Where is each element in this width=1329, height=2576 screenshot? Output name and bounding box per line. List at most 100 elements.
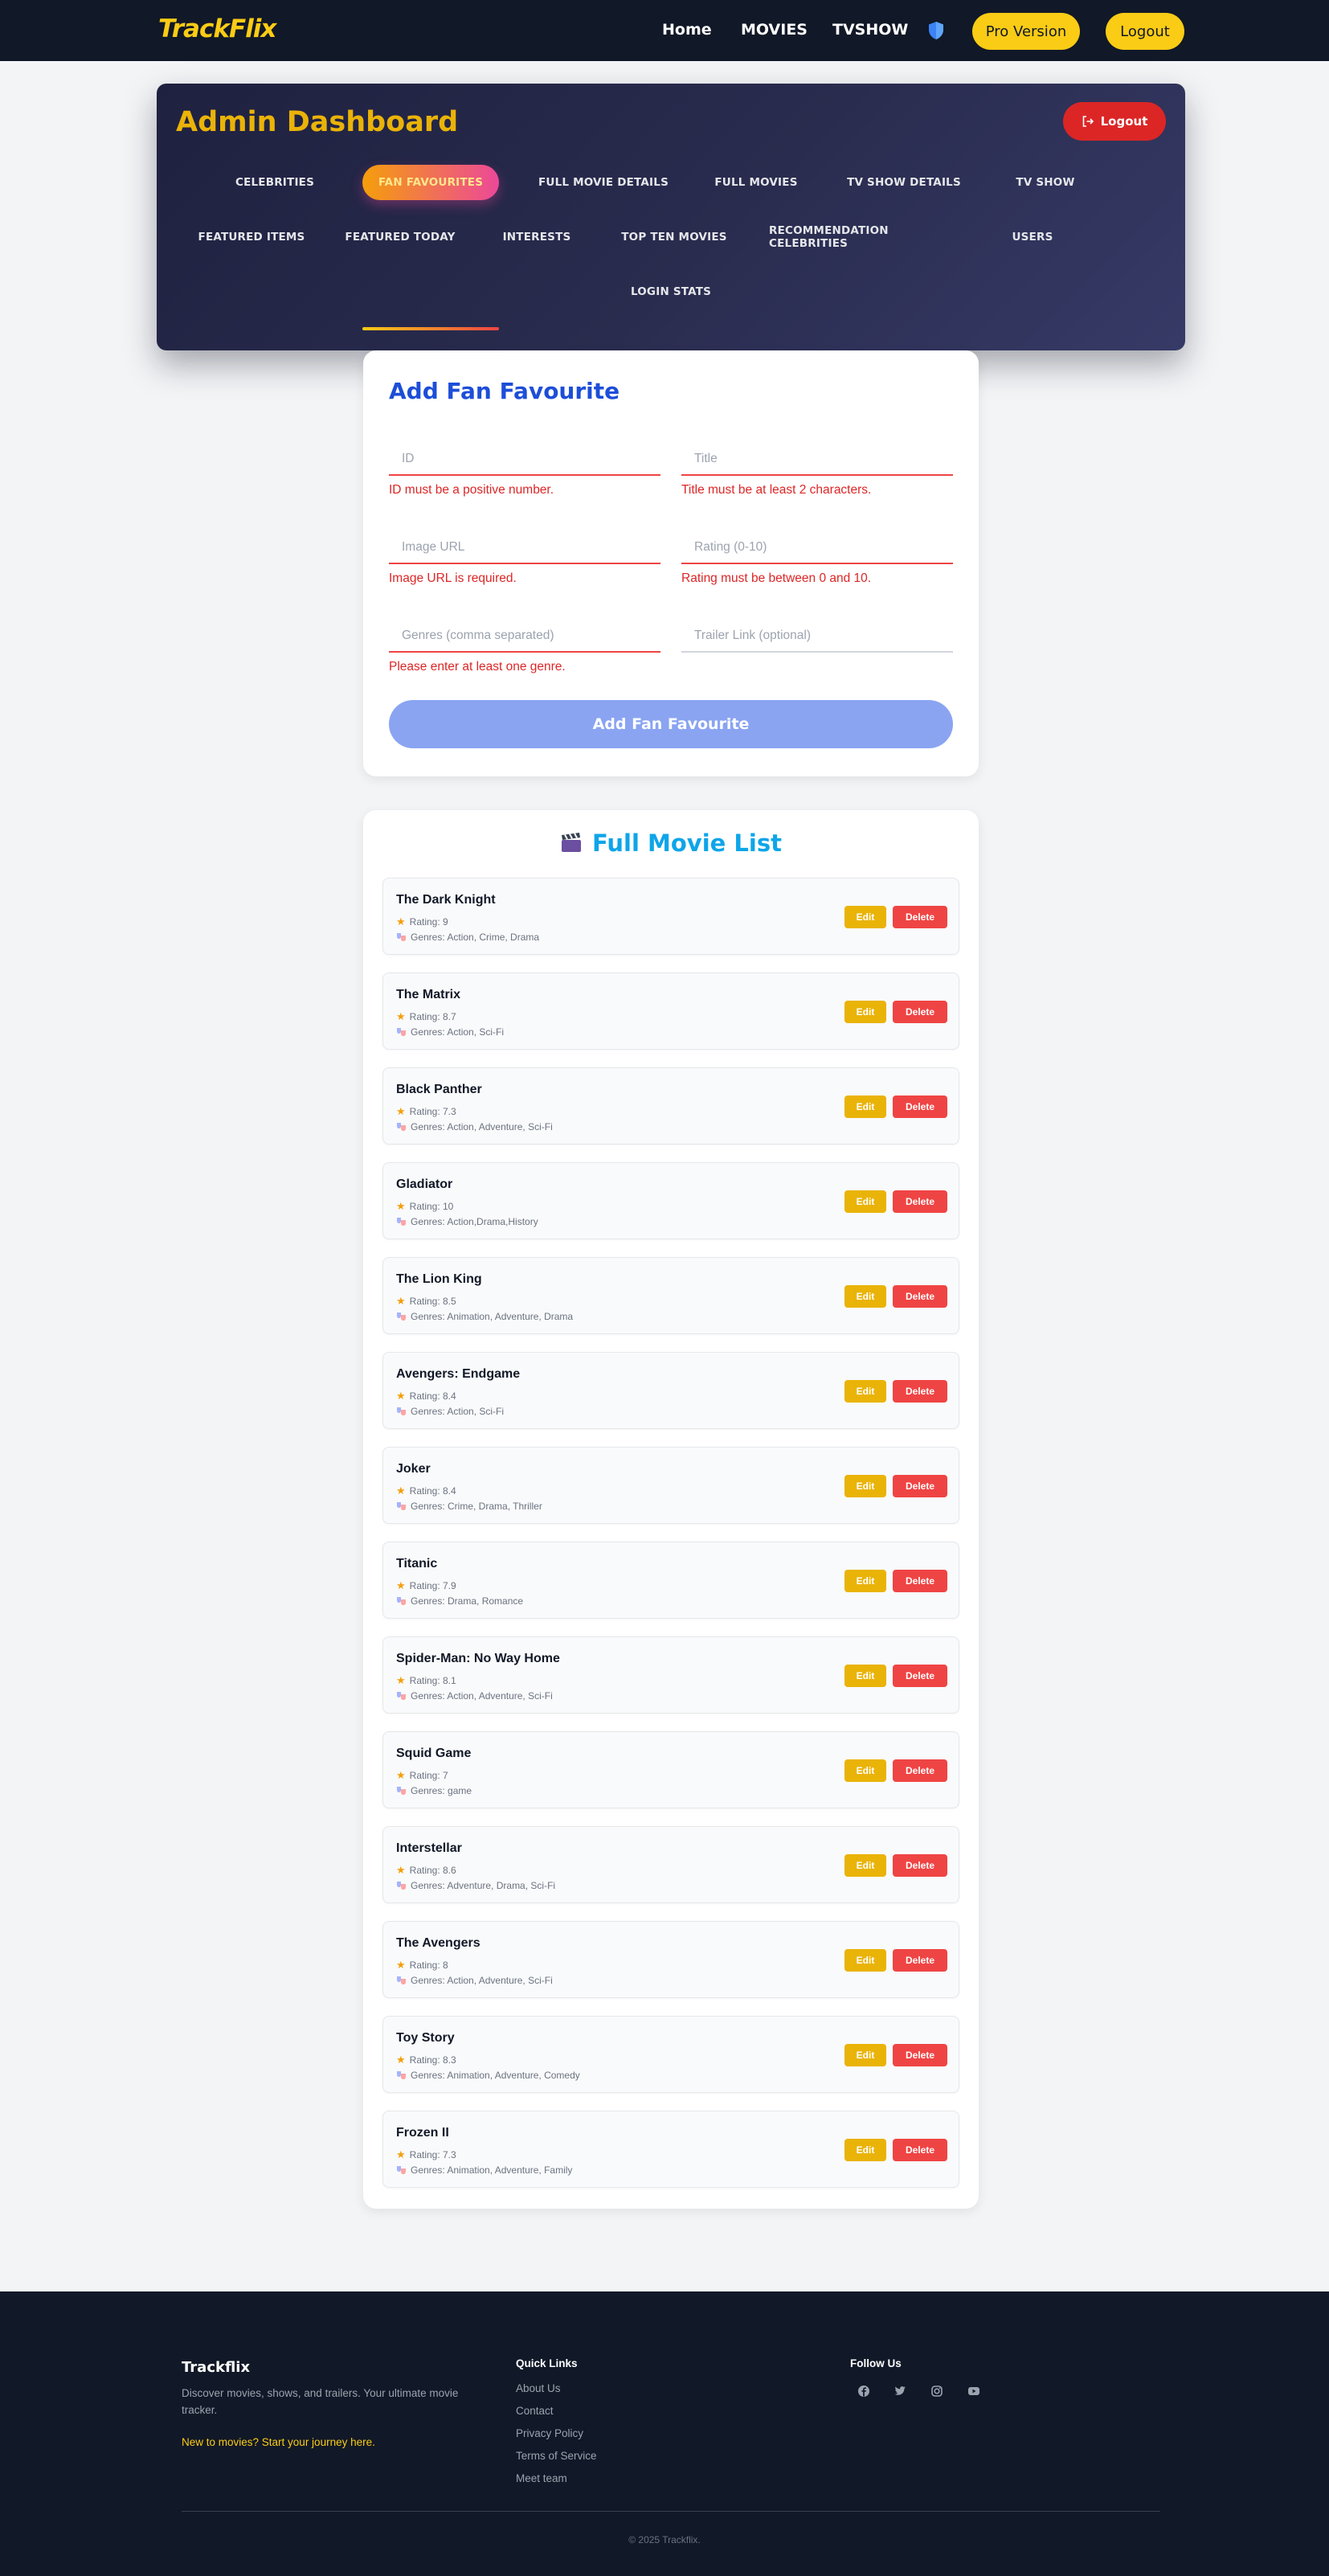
star-icon: ★ — [396, 1864, 406, 1876]
edit-button[interactable]: Edit — [844, 1949, 886, 1972]
tab-top-ten-movies[interactable]: TOP TEN MOVIES — [615, 219, 734, 255]
shield-icon[interactable] — [927, 21, 945, 40]
movie-genres: Genres: Crime, Drama, Thriller — [396, 1501, 542, 1512]
nav-link-home[interactable]: Home — [662, 21, 712, 39]
edit-button[interactable]: Edit — [844, 1854, 886, 1877]
footer-link-privacy-policy[interactable]: Privacy Policy — [516, 2427, 583, 2439]
edit-button[interactable]: Edit — [844, 1475, 886, 1497]
image-url-input[interactable] — [389, 532, 660, 563]
delete-button[interactable]: Delete — [893, 906, 947, 928]
star-icon: ★ — [396, 1105, 406, 1117]
delete-button[interactable]: Delete — [893, 1285, 947, 1308]
footer-link-about-us[interactable]: About Us — [516, 2382, 561, 2394]
delete-button[interactable]: Delete — [893, 1570, 947, 1592]
movie-genres: Genres: Action, Sci-Fi — [396, 1406, 504, 1417]
delete-button[interactable]: Delete — [893, 1475, 947, 1497]
movie-rating: ★ Rating: 8.4 — [396, 1485, 456, 1497]
tab-users[interactable]: USERS — [994, 219, 1071, 255]
movie-list-item: Titanic ★ Rating: 7.9 Genres: Drama, Romanc… — [382, 1542, 959, 1619]
genres-input[interactable] — [389, 620, 660, 651]
brand-logo[interactable]: TrackFlix — [158, 14, 276, 43]
full-movie-list: Full Movie List The Dark Knight ★ Rating: … — [363, 810, 979, 2209]
movie-rating-text: Rating: 8.4 — [409, 1390, 456, 1402]
footer-brand: Trackflix — [182, 2359, 251, 2376]
delete-button[interactable]: Delete — [893, 1854, 947, 1877]
add-fan-favourite-button[interactable]: Add Fan Favourite — [389, 700, 953, 748]
movie-rating-text: Rating: 7.3 — [409, 1106, 456, 1117]
edit-button[interactable]: Edit — [844, 906, 886, 928]
movie-title: The Lion King — [396, 1272, 482, 1286]
movie-rating-text: Rating: 7 — [409, 1770, 448, 1781]
theater-masks-icon — [397, 1882, 406, 1890]
twitter-icon[interactable] — [893, 2384, 907, 2398]
delete-button[interactable]: Delete — [893, 1665, 947, 1687]
rating-field[interactable] — [681, 532, 953, 564]
movie-genres-text: Genres: Animation, Adventure, Drama — [411, 1311, 574, 1322]
movie-rating: ★ Rating: 8 — [396, 1959, 448, 1972]
delete-button[interactable]: Delete — [893, 1096, 947, 1118]
facebook-icon[interactable] — [857, 2384, 871, 2398]
delete-button[interactable]: Delete — [893, 2139, 947, 2161]
tab-full-movies[interactable]: FULL MOVIES — [708, 165, 804, 200]
title-input[interactable] — [681, 444, 953, 474]
movie-rating-text: Rating: 8.6 — [409, 1865, 456, 1876]
movie-rating-text: Rating: 10 — [409, 1201, 454, 1212]
delete-button[interactable]: Delete — [893, 1001, 947, 1023]
footer-link-terms-of-service[interactable]: Terms of Service — [516, 2450, 597, 2462]
edit-button[interactable]: Edit — [844, 2044, 886, 2066]
edit-button[interactable]: Edit — [844, 1380, 886, 1403]
tab-tv-show[interactable]: TV SHOW — [1004, 165, 1087, 200]
edit-button[interactable]: Edit — [844, 2139, 886, 2161]
pro-version-button[interactable]: Pro Version — [972, 13, 1080, 50]
edit-button[interactable]: Edit — [844, 1285, 886, 1308]
dashboard-logout-button[interactable]: Logout — [1063, 102, 1166, 141]
tab-recommendation-celebrities[interactable]: RECOMMENDATION CELEBRITIES — [769, 219, 959, 255]
nav-link-movies[interactable]: MOVIES — [741, 21, 808, 39]
edit-button[interactable]: Edit — [844, 1096, 886, 1118]
movie-rating: ★ Rating: 7 — [396, 1769, 448, 1782]
tab-tv-show-details[interactable]: TV SHOW DETAILS — [840, 165, 968, 200]
tab-fan-favourites[interactable]: FAN FAVOURITES — [362, 165, 499, 200]
movie-genres-text: Genres: Action,Drama,History — [411, 1216, 538, 1227]
trailer-link-field[interactable] — [681, 620, 953, 653]
footer-link-contact[interactable]: Contact — [516, 2405, 554, 2417]
top-logout-button[interactable]: Logout — [1106, 13, 1184, 50]
theater-masks-icon — [397, 1407, 406, 1415]
theater-masks-icon — [397, 1028, 406, 1036]
trailer-link-input[interactable] — [681, 620, 953, 651]
movie-genres: Genres: Action, Adventure, Sci-Fi — [396, 1975, 553, 1986]
instagram-icon[interactable] — [930, 2384, 944, 2398]
youtube-icon[interactable] — [967, 2384, 981, 2398]
movie-genres: Genres: game — [396, 1785, 472, 1796]
delete-button[interactable]: Delete — [893, 1190, 947, 1213]
footer-link-meet-team[interactable]: Meet team — [516, 2472, 567, 2484]
movie-genres: Genres: Action,Drama,History — [396, 1216, 538, 1227]
nav-link-tvshow[interactable]: TVSHOW — [832, 21, 908, 39]
delete-button[interactable]: Delete — [893, 1380, 947, 1403]
delete-button[interactable]: Delete — [893, 1949, 947, 1972]
delete-button[interactable]: Delete — [893, 2044, 947, 2066]
star-icon: ★ — [396, 2054, 406, 2066]
id-field[interactable] — [389, 444, 660, 476]
tab-full-movie-details[interactable]: FULL MOVIE DETAILS — [534, 165, 673, 200]
rating-input[interactable] — [681, 532, 953, 563]
edit-button[interactable]: Edit — [844, 1665, 886, 1687]
tab-login-stats[interactable]: LOGIN STATS — [620, 274, 722, 309]
tab-featured-today[interactable]: FEATURED TODAY — [341, 219, 459, 255]
tab-featured-items[interactable]: FEATURED ITEMS — [197, 219, 306, 255]
delete-button[interactable]: Delete — [893, 1759, 947, 1782]
movie-rating-text: Rating: 7.9 — [409, 1580, 456, 1591]
image-url-field[interactable] — [389, 532, 660, 564]
edit-button[interactable]: Edit — [844, 1190, 886, 1213]
genres-field[interactable] — [389, 620, 660, 653]
id-input[interactable] — [389, 444, 660, 474]
tab-interests[interactable]: INTERESTS — [494, 219, 579, 255]
star-icon: ★ — [396, 915, 406, 928]
footer-cta-link[interactable]: New to movies? Start your journey here. — [182, 2436, 375, 2448]
movie-rating: ★ Rating: 8.1 — [396, 1674, 456, 1687]
edit-button[interactable]: Edit — [844, 1001, 886, 1023]
edit-button[interactable]: Edit — [844, 1759, 886, 1782]
edit-button[interactable]: Edit — [844, 1570, 886, 1592]
tab-celebrities[interactable]: CELEBRITIES — [223, 165, 327, 200]
title-field[interactable] — [681, 444, 953, 476]
